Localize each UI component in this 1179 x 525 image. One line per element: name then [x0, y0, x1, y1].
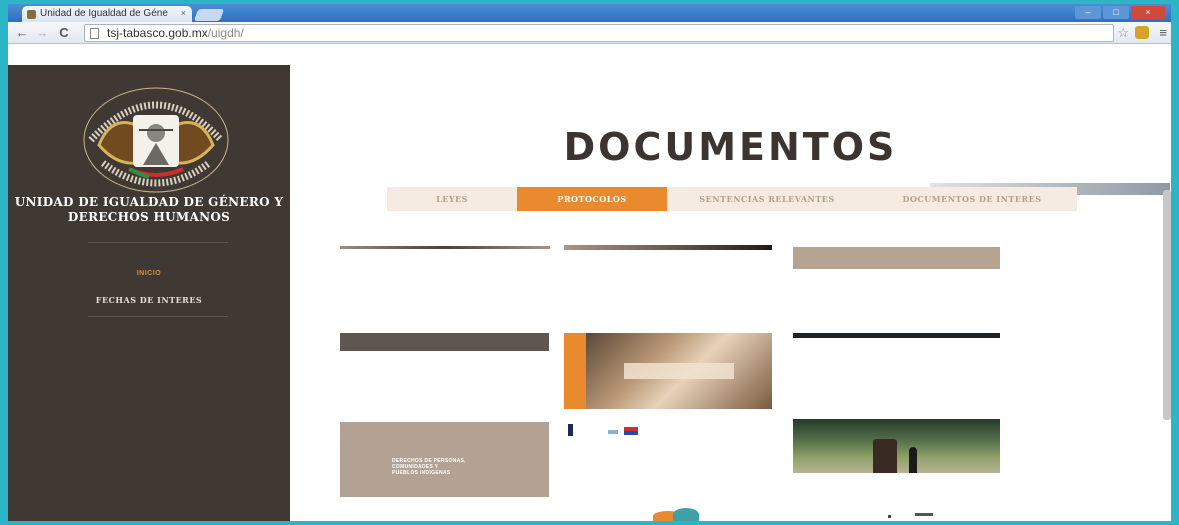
document-card[interactable]: [340, 333, 549, 351]
document-card[interactable]: DERECHOS DE PERSONAS, COMUNIDADES Y PUEB…: [340, 422, 549, 497]
document-card[interactable]: [793, 247, 1000, 269]
sidebar: UNIDAD DE IGUALDAD DE GÉNERO Y DERECHOS …: [8, 65, 290, 521]
tab-protocolos[interactable]: PROTOCOLOS: [517, 187, 667, 211]
card-image-figure: [873, 439, 897, 473]
document-card-peek[interactable]: [673, 508, 699, 521]
web-page: UNIDAD DE IGUALDAD DE GÉNERO Y DERECHOS …: [8, 45, 1171, 521]
document-card-peek[interactable]: [888, 515, 891, 518]
card-text-line: PUEBLOS INDIGENAS: [392, 470, 451, 476]
card-image-figure: [909, 447, 917, 473]
tab-documentos-de-interes[interactable]: DOCUMENTOS DE INTERES: [867, 187, 1077, 211]
document-card[interactable]: [564, 245, 772, 250]
tab-title: Unidad de Igualdad de Géne: [40, 8, 168, 19]
main-content: DOCUMENTOS LEYES PROTOCOLOS SENTENCIAS R…: [290, 45, 1171, 521]
card-text: DERECHOS DE PERSONAS, COMUNIDADES Y PUEB…: [392, 458, 466, 476]
bookmark-star-icon[interactable]: ☆: [1117, 25, 1129, 41]
document-card-peek[interactable]: [915, 513, 933, 516]
sidebar-divider: [88, 316, 228, 317]
card-logo: [624, 427, 638, 435]
window-controls: – □ ×: [1075, 6, 1165, 19]
browser-window: Unidad de Igualdad de Géne × – □ × ← → C…: [8, 4, 1171, 521]
unit-title: UNIDAD DE IGUALDAD DE GÉNERO Y DERECHOS …: [8, 195, 290, 225]
tab-close-icon[interactable]: ×: [181, 8, 186, 18]
reload-icon[interactable]: C: [56, 25, 72, 41]
unit-title-line1: UNIDAD DE IGUALDAD DE GÉNERO Y: [14, 195, 284, 209]
tab-sentencias-relevantes[interactable]: SENTENCIAS RELEVANTES: [667, 187, 867, 211]
url-host: tsj-tabasco.gob.mx: [107, 26, 208, 40]
extension-icon[interactable]: [1135, 26, 1149, 39]
card-logo: [568, 424, 573, 436]
document-card[interactable]: [340, 246, 550, 249]
page-icon: [90, 28, 99, 39]
title-bar: Unidad de Igualdad de Géne × – □ ×: [8, 4, 1171, 22]
minimize-icon[interactable]: –: [1075, 6, 1101, 19]
unit-title-line2: DERECHOS HUMANOS: [67, 210, 231, 224]
maximize-icon[interactable]: □: [1103, 6, 1129, 19]
document-card[interactable]: [564, 333, 772, 409]
browser-tab[interactable]: Unidad de Igualdad de Géne ×: [22, 6, 192, 22]
document-card[interactable]: [793, 419, 1000, 473]
nav-item-fechas-de-interes[interactable]: FECHAS DE INTERES: [8, 295, 290, 305]
page-scrollbar[interactable]: [1163, 190, 1171, 420]
url-path: /uigdh/: [207, 26, 244, 40]
card-image-label: [624, 363, 734, 379]
forward-arrow-icon[interactable]: →: [34, 25, 50, 41]
back-arrow-icon[interactable]: ←: [14, 25, 30, 41]
favicon-icon: [27, 10, 36, 19]
new-tab-button[interactable]: [193, 9, 225, 21]
document-card[interactable]: [564, 420, 772, 442]
tribunal-seal-logo: [83, 87, 229, 193]
document-tabs: LEYES PROTOCOLOS SENTENCIAS RELEVANTES D…: [387, 187, 1077, 211]
tab-leyes[interactable]: LEYES: [387, 187, 517, 211]
page-title: DOCUMENTOS: [563, 125, 898, 169]
menu-icon[interactable]: ≡: [1159, 25, 1167, 40]
card-logo: [608, 430, 618, 434]
browser-toolbar: ← → C tsj-tabasco.gob.mx/uigdh/ ☆ ≡: [8, 22, 1171, 44]
sidebar-divider: [88, 242, 228, 243]
nav-item-inicio[interactable]: INICIO: [8, 270, 290, 277]
document-card[interactable]: [793, 333, 1000, 338]
address-bar[interactable]: tsj-tabasco.gob.mx/uigdh/: [84, 24, 1114, 42]
close-window-icon[interactable]: ×: [1131, 6, 1165, 19]
